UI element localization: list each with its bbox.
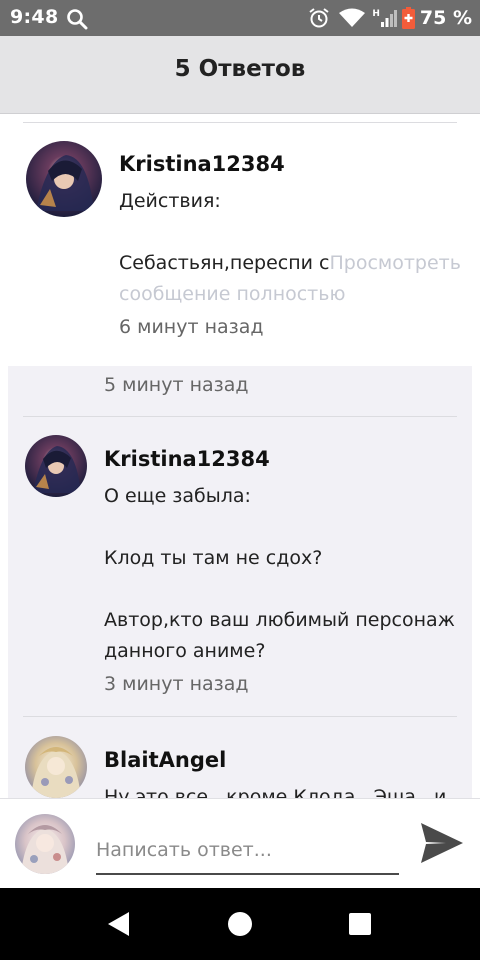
network-label: H — [372, 9, 380, 19]
status-icons: H 75 % — [308, 0, 472, 36]
alarm-icon — [309, 8, 329, 28]
app-header: 5 Ответов — [0, 36, 480, 114]
divider — [23, 716, 457, 717]
status-time: 9:48 — [10, 6, 59, 28]
status-bar: 9:48 H 75 % — [0, 0, 480, 36]
reply-input[interactable] — [96, 827, 399, 875]
search-icon — [67, 9, 88, 30]
comment-text: О еще забыла: Клод ты там не сдох? Автор… — [104, 485, 455, 662]
home-icon[interactable] — [224, 908, 256, 940]
wifi-icon — [339, 8, 366, 27]
comment-time: 6 минут назад — [119, 316, 264, 338]
replies-list[interactable]: Kristina12384 Действия: Себастьян,пересп… — [0, 114, 480, 798]
battery-icon — [401, 7, 415, 29]
battery-percent: 75 % — [419, 7, 472, 29]
system-nav-bar — [0, 888, 480, 960]
comment-time: 3 минут назад — [104, 673, 249, 695]
send-button[interactable] — [418, 820, 466, 866]
avatar — [15, 814, 75, 874]
reply-bar — [0, 798, 480, 889]
comment-username[interactable]: Kristina12384 — [104, 447, 270, 471]
recents-icon[interactable] — [344, 908, 376, 940]
reply-time: 5 минут назад — [104, 374, 249, 396]
avatar[interactable] — [25, 435, 87, 497]
comment-text: Действия: Себастьян,переспи сПросмотреть… — [119, 186, 464, 310]
divider — [23, 122, 457, 123]
comment-text-body: Действия: Себастьян,переспи с — [119, 190, 330, 274]
comment-text: Ну это все , кроме Клода , Эша , и — [104, 786, 447, 798]
comment-username[interactable]: BlaitAngel — [104, 748, 226, 772]
back-icon[interactable] — [103, 908, 135, 940]
signal-icon — [380, 10, 397, 27]
page-title: 5 Ответов — [174, 56, 306, 82]
avatar[interactable] — [25, 736, 87, 798]
comment-username[interactable]: Kristina12384 — [119, 152, 285, 176]
avatar[interactable] — [26, 141, 102, 217]
send-icon — [421, 823, 463, 863]
reply-thread: 5 минут назад Kristina12384 О еще забыла… — [8, 366, 472, 798]
divider — [23, 416, 457, 417]
